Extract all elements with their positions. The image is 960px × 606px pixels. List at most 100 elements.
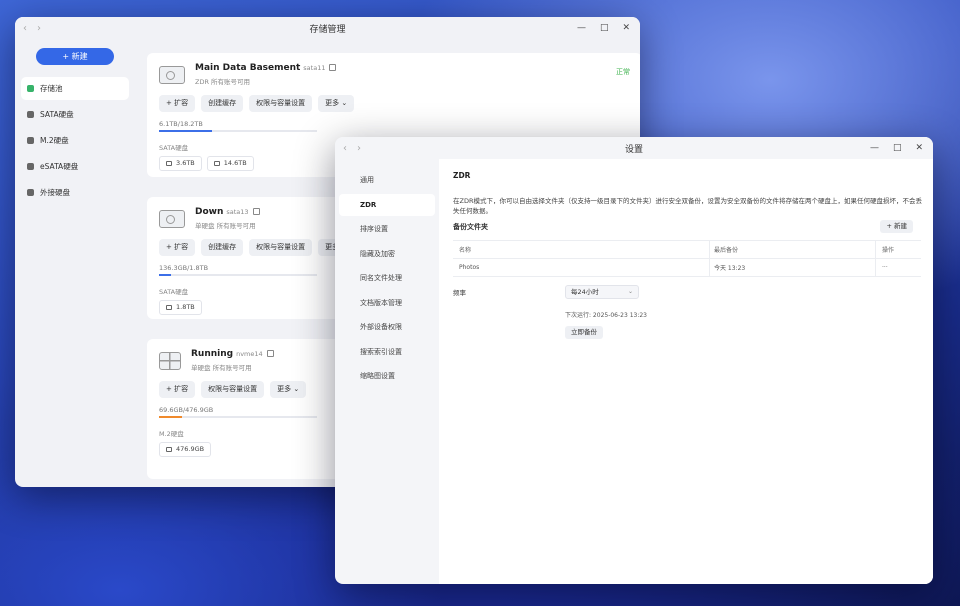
column-header-action: 操作 (875, 241, 921, 258)
maximize-icon[interactable]: □ (600, 23, 609, 33)
column-header-name: 名称 (459, 247, 472, 254)
expand-button[interactable]: + 扩容 (159, 95, 196, 112)
sidebar-item-label: M.2硬盘 (40, 136, 69, 145)
menu-item-search-index[interactable]: 搜索索引设置 (339, 341, 435, 363)
more-button[interactable]: 更多 ⌄ (318, 95, 355, 112)
backup-now-button[interactable]: 立即备份 (565, 326, 603, 339)
pool-subtitle: ZDR 所有账号可用 (195, 78, 251, 86)
permission-quota-button[interactable]: 权限与容量设置 (201, 381, 265, 398)
section-heading: ZDR (453, 171, 471, 180)
maximize-icon[interactable]: □ (893, 143, 902, 153)
create-cache-button[interactable]: 创建缓存 (201, 95, 244, 112)
edit-icon[interactable] (266, 350, 274, 357)
zdr-description: 在ZDR模式下，你可以自由选择文件夹（仅支持一级目录下的文件夹）进行安全双备份，… (453, 197, 922, 215)
window-title: 设置 (624, 144, 643, 155)
usage-bar (159, 274, 317, 276)
usage-bar-fill (159, 416, 183, 418)
more-button[interactable]: 更多 ⌄ (270, 381, 307, 398)
usage-bar (159, 416, 317, 418)
frequency-label: 频率 (453, 289, 466, 297)
sidebar-item-storage-pool[interactable]: 存储池 (21, 77, 129, 100)
settings-content: ZDR 在ZDR模式下，你可以自由选择文件夹（仅支持一级目录下的文件夹）进行安全… (439, 159, 933, 584)
disk-icon (159, 210, 185, 228)
close-icon[interactable]: ✕ (915, 143, 923, 153)
back-arrow-icon[interactable]: ‹ (23, 23, 27, 34)
column-header-last-backup: 最后备份 (709, 241, 875, 258)
disk-chip: 14.6TB (206, 156, 254, 171)
capacity-text: 6.1TB/18.2TB (159, 120, 203, 128)
menu-item-duplicate-files[interactable]: 同名文件处理 (339, 267, 435, 289)
sidebar-item-esata[interactable]: eSATA硬盘 (21, 155, 129, 178)
back-arrow-icon[interactable]: ‹ (343, 143, 347, 154)
usage-bar-fill (159, 274, 171, 276)
menu-item-general[interactable]: 通用 (339, 169, 435, 191)
menu-item-hide-encrypt[interactable]: 隐藏及加密 (339, 243, 435, 265)
frequency-select[interactable]: 每24小时 ⌄ (565, 285, 639, 299)
edit-icon[interactable] (329, 64, 337, 71)
folder-name: Photos (459, 264, 480, 271)
table-header: 名称 最后备份 操作 (453, 241, 921, 259)
backup-table: 名称 最后备份 操作 Photos 今天 13:23 ··· (453, 240, 921, 277)
sidebar-item-sata[interactable]: SATA硬盘 (21, 103, 129, 126)
nvme-icon (159, 352, 181, 370)
hdd-icon (166, 305, 172, 310)
usage-bar-fill (159, 130, 212, 132)
pool-device: sata11 (303, 64, 326, 72)
forward-arrow-icon[interactable]: › (357, 143, 361, 154)
table-row[interactable]: Photos 今天 13:23 ··· (453, 259, 921, 277)
window-title: 存储管理 (309, 24, 346, 35)
drive-icon (27, 163, 34, 170)
backup-folders-title: 备份文件夹 (453, 222, 488, 231)
usage-bar (159, 130, 317, 132)
ssd-icon (166, 447, 172, 452)
pool-name: Main Data Basement sata11 (195, 63, 337, 73)
storage-sidebar: + 新建 存储池 SATA硬盘 M.2硬盘 eSATA硬盘 外接硬盘 (15, 39, 135, 487)
settings-titlebar: ‹ › 设置 — □ ✕ (335, 137, 933, 159)
pool-device: sata13 (226, 208, 249, 216)
new-button[interactable]: + 新建 (36, 48, 114, 65)
minimize-icon[interactable]: — (577, 23, 586, 33)
pool-name: Down sata13 (195, 207, 260, 217)
storage-titlebar: ‹ › 存储管理 — □ ✕ (15, 17, 640, 39)
hdd-icon (213, 161, 220, 166)
new-folder-button[interactable]: + 新建 (880, 220, 913, 233)
edit-icon[interactable] (252, 208, 260, 215)
menu-item-thumbnail[interactable]: 缩略图设置 (339, 365, 435, 387)
hdd-icon (166, 161, 172, 166)
create-cache-button[interactable]: 创建缓存 (201, 239, 244, 256)
chevron-down-icon: ⌄ (627, 288, 633, 295)
status-badge: 正常 (616, 68, 630, 76)
close-icon[interactable]: ✕ (622, 23, 630, 33)
drive-icon (27, 189, 34, 196)
storage-pool-icon (27, 85, 34, 92)
sidebar-item-external[interactable]: 外接硬盘 (21, 181, 129, 204)
disk-chip: 476.9GB (159, 442, 212, 457)
drive-icon (27, 111, 34, 118)
minimize-icon[interactable]: — (870, 143, 879, 153)
pool-subtitle: 单硬盘 所有账号可用 (195, 222, 256, 230)
sidebar-item-label: SATA硬盘 (40, 110, 74, 119)
pool-name: Running nvme14 (191, 349, 274, 359)
menu-item-versioning[interactable]: 文档版本管理 (339, 292, 435, 314)
menu-item-external-permission[interactable]: 外部设备权限 (339, 316, 435, 338)
expand-button[interactable]: + 扩容 (159, 239, 196, 256)
menu-item-zdr[interactable]: ZDR (339, 193, 435, 216)
expand-button[interactable]: + 扩容 (159, 381, 196, 398)
forward-arrow-icon[interactable]: › (37, 23, 41, 34)
settings-menu: 通用 ZDR 排序设置 隐藏及加密 同名文件处理 文档版本管理 外部设备权限 搜… (335, 159, 439, 584)
permission-quota-button[interactable]: 权限与容量设置 (249, 95, 313, 112)
menu-item-sort[interactable]: 排序设置 (339, 218, 435, 240)
more-actions-icon[interactable]: ··· (875, 259, 921, 276)
settings-window: ‹ › 设置 — □ ✕ 通用 ZDR 排序设置 隐藏及加密 同名文件处理 文档… (335, 137, 933, 584)
permission-quota-button[interactable]: 权限与容量设置 (249, 239, 313, 256)
sidebar-item-m2[interactable]: M.2硬盘 (21, 129, 129, 152)
disk-icon (159, 66, 185, 84)
pool-subtitle: 单硬盘 所有账号可用 (191, 364, 252, 372)
pool-device: nvme14 (236, 350, 263, 358)
sidebar-item-label: 存储池 (40, 84, 63, 93)
last-backup-time: 今天 13:23 (709, 259, 875, 276)
disk-chip: 3.6TB (159, 156, 202, 171)
sidebar-item-label: 外接硬盘 (40, 188, 70, 197)
next-run-text: 下次运行: 2025-06-23 13:23 (565, 312, 647, 319)
drive-icon (27, 137, 34, 144)
